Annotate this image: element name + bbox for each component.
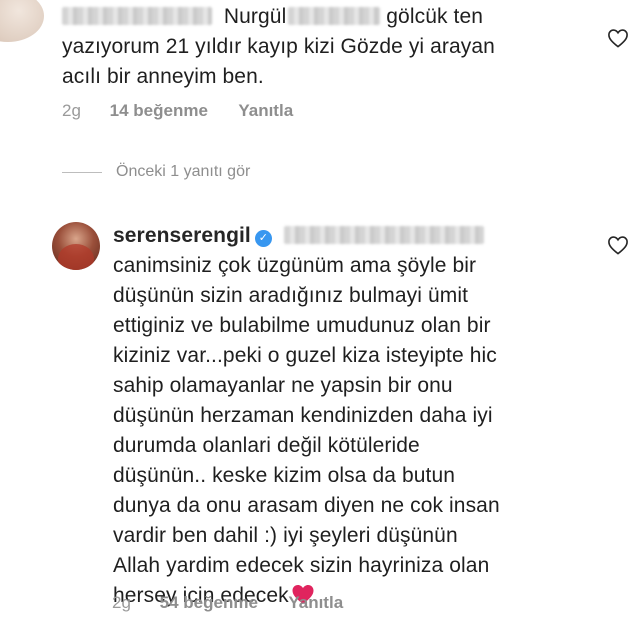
comment-meta: 2g 14 beğenme Yanıtla xyxy=(62,101,319,121)
heart-outline-icon[interactable] xyxy=(607,235,629,255)
comment-author-name: Nurgül xyxy=(223,5,287,28)
reply-line: düşünün.. keske kizim olsa da butun xyxy=(113,464,456,487)
reply-line: kiziniz var...peki o guzel kiza isteyipt… xyxy=(113,344,497,367)
redacted-mention xyxy=(283,226,484,244)
reply-avatar[interactable] xyxy=(52,222,100,270)
view-previous-replies[interactable]: Önceki 1 yanıtı gör xyxy=(62,163,250,181)
reply-line: durumda olanlari değil kötüleride xyxy=(113,434,420,457)
reply-line: ettiginiz ve bulabilme umudunuz olan bir xyxy=(113,314,491,337)
reply-meta: 2g 54 beğenme Yanıtla xyxy=(112,593,369,613)
comment-thread: Nurgül gölcük ten yazıyorum 21 yıldır ka… xyxy=(0,0,640,627)
comment-reply-button[interactable]: Yanıtla xyxy=(238,101,293,120)
avatar[interactable] xyxy=(0,0,44,42)
reply-time: 2g xyxy=(112,593,131,612)
comment-line2: yazıyorum 21 yıldır kayıp kizi Gözde yi … xyxy=(62,35,495,58)
reply-username[interactable]: serenserengil xyxy=(113,224,251,247)
redacted-surname xyxy=(288,7,381,25)
reply-line: düşünün herzaman kendinizden daha iyi xyxy=(113,404,493,427)
heart-outline-icon[interactable] xyxy=(607,28,629,48)
redacted-username xyxy=(62,7,212,25)
reply-line: canimsiniz çok üzgünüm ama şöyle bir xyxy=(113,254,477,277)
verified-badge-icon: ✓ xyxy=(254,230,272,247)
divider xyxy=(62,171,102,173)
reply-line: sahip olamayanlar ne yapsin bir onu xyxy=(113,374,453,397)
comment-text: Nurgül gölcük ten yazıyorum 21 yıldır ka… xyxy=(62,2,582,92)
view-replies-label: Önceki 1 yanıtı gör xyxy=(116,163,251,180)
comment-likes[interactable]: 14 beğenme xyxy=(110,101,208,120)
reply-text: serenserengil ✓ canimsiniz çok üzgünüm am… xyxy=(113,221,593,611)
comment-line1-rest: gölcük ten xyxy=(380,5,484,28)
reply-line: düşünün sizin aradığınız bulmayi ümit xyxy=(113,284,469,307)
comment-time: 2g xyxy=(62,101,81,120)
reply-line: dunya da onu arasam diyen ne cok insan xyxy=(113,494,500,517)
reply-line: Allah yardim edecek sizin hayriniza olan xyxy=(113,554,490,577)
reply-line: vardir ben dahil :) iyi şeyleri düşünün xyxy=(113,524,458,547)
comment-line3: acılı bir anneyim ben. xyxy=(62,65,264,88)
reply-reply-button[interactable]: Yanıtla xyxy=(288,593,343,612)
reply-likes[interactable]: 54 beğenme xyxy=(160,593,258,612)
